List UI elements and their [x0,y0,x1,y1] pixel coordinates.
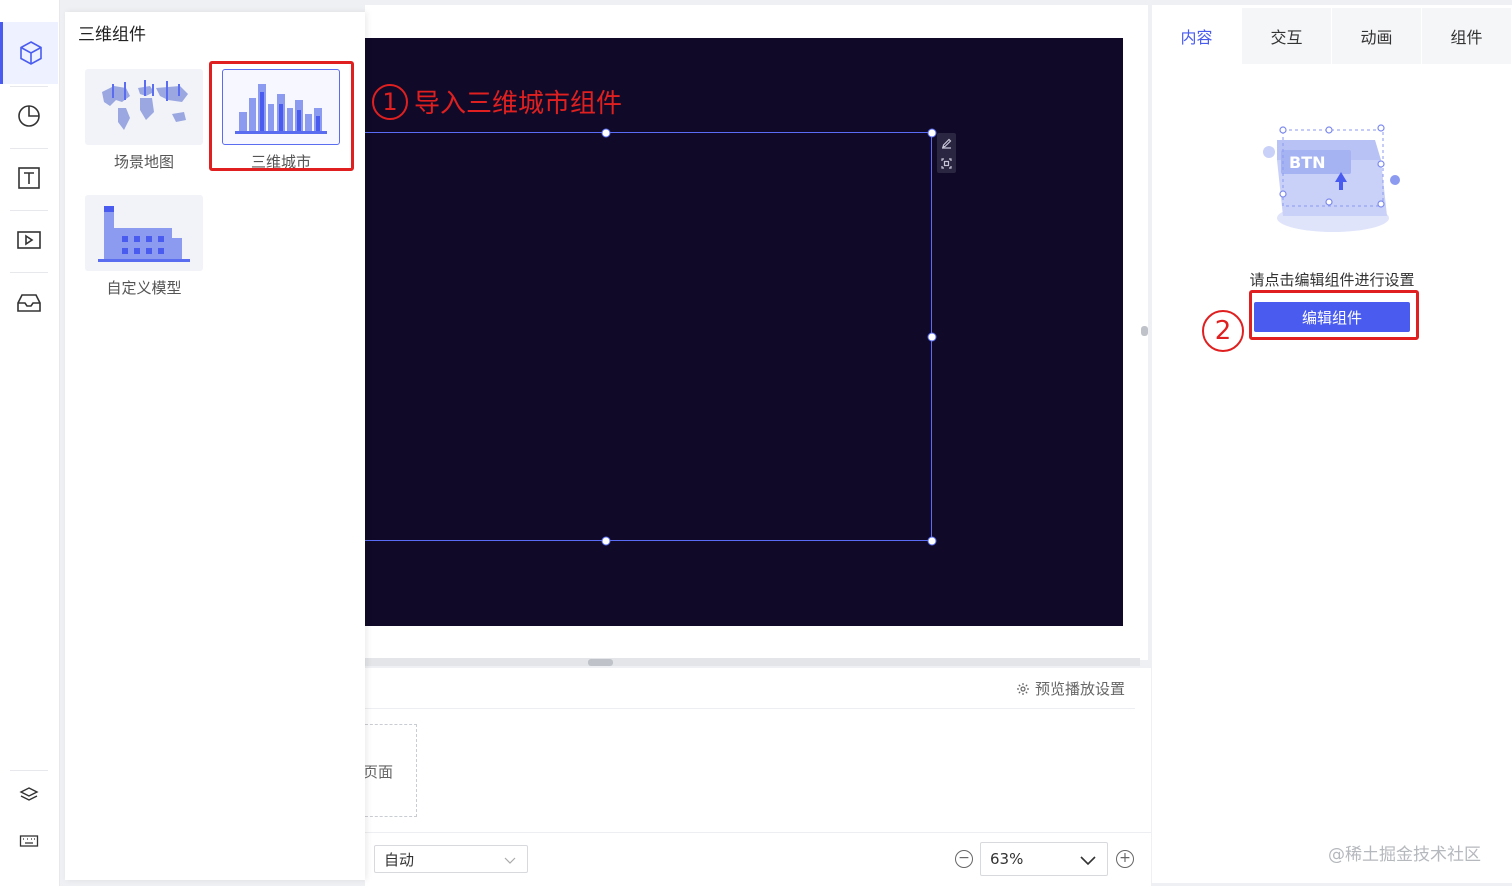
keyboard-icon [19,835,39,847]
layers-icon [19,787,39,801]
tab-component[interactable]: 组件 [1422,8,1512,64]
zoom-select[interactable]: 63% [980,842,1108,876]
component-card-scene-map[interactable]: 场景地图 [85,69,203,172]
selected-component-frame[interactable] [365,132,932,541]
auto-select-value: 自动 [384,850,415,869]
rail-item-layers[interactable] [0,778,58,812]
preview-settings-label: 预览播放设置 [1035,680,1126,698]
preview-settings-link[interactable]: 预览播放设置 [1016,678,1125,699]
horizontal-scrollbar[interactable] [588,659,613,666]
resize-handle[interactable] [601,536,611,546]
page-label: 页面 [363,763,394,781]
rail-item-keyboard[interactable] [0,826,58,856]
tab-content[interactable]: 内容 [1152,8,1242,64]
annotation-highlight-city [209,61,354,171]
edit-hint: 请点击编辑组件进行设置 [1249,271,1415,289]
world-map-icon [85,69,203,145]
zoom-out-button[interactable]: − [955,850,973,868]
step1-annotation: 导入三维城市组件 [414,89,623,119]
component-label: 场景地图 [113,153,174,171]
tab-animation[interactable]: 动画 [1332,8,1422,64]
text-icon [18,167,40,189]
focus-icon[interactable] [941,157,952,169]
rail-item-text[interactable] [0,147,58,209]
edit-component-illustration: BTN [1263,124,1400,232]
rail-item-media[interactable] [0,209,58,271]
resize-handle[interactable] [927,128,937,138]
component-card-custom-model[interactable]: 自定义模型 [85,195,203,298]
rail-item-inbox[interactable] [0,272,58,334]
resize-handle[interactable] [927,536,937,546]
properties-tabs: 内容 交互 动画 组件 [1152,8,1512,64]
zoom-in-button[interactable]: + [1116,850,1134,868]
pie-chart-icon [18,105,40,127]
divider [365,708,1135,709]
gear-icon [1017,682,1029,695]
factory-model-icon [85,195,203,271]
btn-illustration-label: BTN [1289,153,1326,172]
chevron-down-icon [504,857,516,864]
tab-interaction[interactable]: 交互 [1242,8,1332,64]
cube-icon [19,41,42,65]
page-thumbnail[interactable]: 页面 [363,724,417,817]
horizontal-scrollbar-track [365,658,1140,666]
panel-title: 三维组件 [78,25,146,45]
auto-select[interactable]: 自动 [374,845,528,873]
divider [365,832,1151,833]
chevron-down-icon [1080,856,1096,866]
annotation-highlight-edit [1249,290,1419,340]
resize-handle[interactable] [927,332,937,342]
rail-divider [10,770,48,771]
vertical-scrollbar[interactable] [1141,326,1148,336]
component-label: 自定义模型 [106,279,182,297]
resize-handle[interactable] [601,128,611,138]
media-icon [17,231,41,249]
rail-item-charts[interactable] [0,84,58,146]
left-rail [0,0,60,886]
edit-icon[interactable] [941,138,952,149]
zoom-value: 63% [990,850,1024,868]
rail-item-3d[interactable] [0,22,58,84]
step2-number: 2 [1202,310,1244,352]
inbox-icon [17,294,41,312]
component-mini-toolbar [937,133,956,173]
watermark: @稀土掘金技术社区 [1328,845,1481,865]
step1-number: 1 [372,84,408,120]
